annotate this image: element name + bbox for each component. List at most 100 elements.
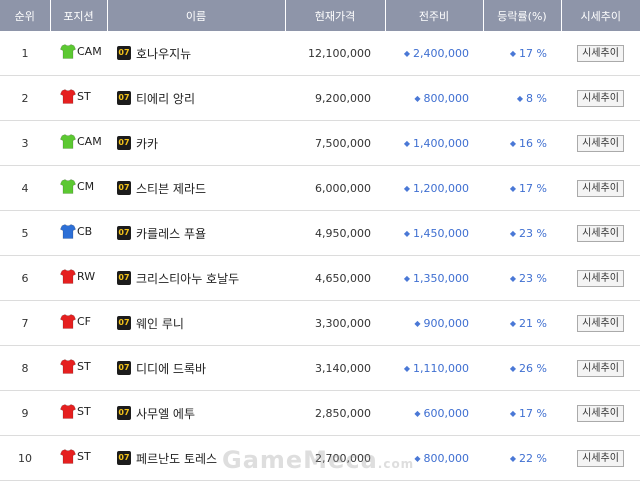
- price-cell: 12,100,000: [285, 31, 385, 76]
- rank-cell: 1: [0, 31, 50, 76]
- up-diamond-icon: ◆: [509, 183, 517, 193]
- player-name: 페르난도 토레스: [136, 451, 218, 466]
- jersey-icon: [60, 449, 76, 464]
- rank-cell: 4: [0, 165, 50, 211]
- price-trend-button[interactable]: 시세추이: [577, 359, 624, 377]
- name-cell: 07 사무엘 에투: [107, 390, 285, 436]
- change-cell: ◆ 1,450,000: [385, 210, 483, 256]
- position-cell: CM: [50, 165, 107, 211]
- table-row: 7 CF 07 웨인 루니 3,300,000 ◆ 900,000 ◆ 21 % 시…: [0, 300, 640, 346]
- jersey-icon: [60, 179, 76, 194]
- rank-value: 7: [21, 316, 29, 330]
- price-trend-button[interactable]: 시세추이: [577, 224, 624, 242]
- position-label: ST: [77, 90, 91, 103]
- position-cell: ST: [50, 345, 107, 391]
- price-cell: 4,950,000: [285, 210, 385, 256]
- change-cell: ◆ 1,110,000: [385, 345, 483, 391]
- price-trend-button[interactable]: 시세추이: [577, 134, 624, 152]
- rank-cell: 10: [0, 435, 50, 481]
- price-cell: 3,140,000: [285, 345, 385, 391]
- rate-cell: ◆ 17 %: [483, 390, 561, 436]
- name-cell: 07 크리스티아누 호날두: [107, 255, 285, 301]
- position-label: CAM: [77, 45, 102, 58]
- up-diamond-icon: ◆: [403, 273, 411, 283]
- price-cell: 6,000,000: [285, 165, 385, 211]
- table-row: 10 ST 07 페르난도 토레스 2,700,000 ◆ 800,000 ◆ 22…: [0, 435, 640, 481]
- price-trend-button[interactable]: 시세추이: [577, 404, 624, 422]
- table-header-row: 순위 포지션 이름 현재가격 전주비 등락률(%) 시세추이: [0, 0, 640, 31]
- position-cell: ST: [50, 75, 107, 121]
- price-trend-button[interactable]: 시세추이: [577, 449, 624, 467]
- price-trend-button[interactable]: 시세추이: [577, 269, 624, 287]
- current-price-value: 3,300,000: [315, 316, 371, 330]
- table-row: 3 CAM 07 카카 7,500,000 ◆ 1,400,000 ◆ 16 % 시…: [0, 120, 640, 166]
- weekly-change-value: 1,400,000: [413, 136, 469, 150]
- price-trend-button[interactable]: 시세추이: [577, 44, 624, 62]
- name-cell: 07 웨인 루니: [107, 300, 285, 346]
- rank-value: 1: [21, 46, 29, 60]
- trend-cell: 시세추이: [561, 300, 640, 346]
- up-diamond-icon: ◆: [509, 318, 517, 328]
- rate-cell: ◆ 17 %: [483, 165, 561, 211]
- position-cell: CB: [50, 210, 107, 256]
- header-position: 포지션: [50, 0, 108, 31]
- header-rate: 등락률(%): [483, 0, 562, 31]
- price-trend-button[interactable]: 시세추이: [577, 314, 624, 332]
- weekly-change-value: 1,350,000: [413, 271, 469, 285]
- header-trend: 시세추이: [561, 0, 640, 31]
- price-trend-button[interactable]: 시세추이: [577, 89, 624, 107]
- up-diamond-icon: ◆: [509, 453, 517, 463]
- rank-cell: 3: [0, 120, 50, 166]
- position-cell: CF: [50, 300, 107, 346]
- rank-cell: 9: [0, 390, 50, 436]
- position-cell: ST: [50, 435, 107, 481]
- jersey-icon: [60, 134, 76, 149]
- rate-cell: ◆ 16 %: [483, 120, 561, 166]
- price-cell: 4,650,000: [285, 255, 385, 301]
- jersey-icon: [60, 404, 76, 419]
- table-row: 4 CM 07 스티븐 제라드 6,000,000 ◆ 1,200,000 ◆ 17…: [0, 165, 640, 211]
- price-cell: 2,700,000: [285, 435, 385, 481]
- trend-cell: 시세추이: [561, 255, 640, 301]
- weekly-change-value: 600,000: [423, 406, 470, 420]
- weekly-change-value: 800,000: [423, 91, 470, 105]
- current-price-value: 7,500,000: [315, 136, 371, 150]
- trend-cell: 시세추이: [561, 210, 640, 256]
- position-cell: RW: [50, 255, 107, 301]
- change-rate-value: 17 %: [519, 46, 547, 60]
- trend-cell: 시세추이: [561, 345, 640, 391]
- current-price-value: 6,000,000: [315, 181, 371, 195]
- current-price-value: 4,650,000: [315, 271, 371, 285]
- price-trend-button[interactable]: 시세추이: [577, 179, 624, 197]
- header-current-price: 현재가격: [285, 0, 386, 31]
- change-rate-value: 16 %: [519, 136, 547, 150]
- weekly-change-value: 900,000: [423, 316, 470, 330]
- position-cell: CAM: [50, 120, 107, 166]
- header-rank: 순위: [0, 0, 51, 31]
- player-name: 카카: [136, 136, 159, 151]
- up-diamond-icon: ◆: [414, 318, 421, 328]
- up-diamond-icon: ◆: [516, 93, 524, 103]
- weekly-change-value: 800,000: [423, 451, 470, 465]
- rate-cell: ◆ 8 %: [483, 75, 561, 121]
- up-diamond-icon: ◆: [509, 48, 517, 58]
- change-rate-value: 8 %: [526, 91, 547, 105]
- rank-value: 8: [21, 361, 29, 375]
- trend-cell: 시세추이: [561, 435, 640, 481]
- trend-cell: 시세추이: [561, 390, 640, 436]
- rank-value: 3: [21, 136, 29, 150]
- up-diamond-icon: ◆: [403, 138, 411, 148]
- up-diamond-icon: ◆: [509, 228, 517, 238]
- season-07-badge-icon: 07: [117, 46, 131, 60]
- season-07-badge-icon: 07: [117, 361, 131, 375]
- table-row: 1 CAM 07 호나우지뉴 12,100,000 ◆ 2,400,000 ◆ 17…: [0, 31, 640, 76]
- season-07-badge-icon: 07: [117, 451, 131, 465]
- change-rate-value: 23 %: [519, 271, 547, 285]
- season-07-badge-icon: 07: [117, 91, 131, 105]
- table-row: 5 CB 07 카를레스 푸욜 4,950,000 ◆ 1,450,000 ◆ 23…: [0, 210, 640, 256]
- season-07-badge-icon: 07: [117, 181, 131, 195]
- change-rate-value: 26 %: [519, 361, 547, 375]
- player-name: 크리스티아누 호날두: [136, 271, 240, 286]
- season-07-badge-icon: 07: [117, 226, 131, 240]
- season-07-badge-icon: 07: [117, 316, 131, 330]
